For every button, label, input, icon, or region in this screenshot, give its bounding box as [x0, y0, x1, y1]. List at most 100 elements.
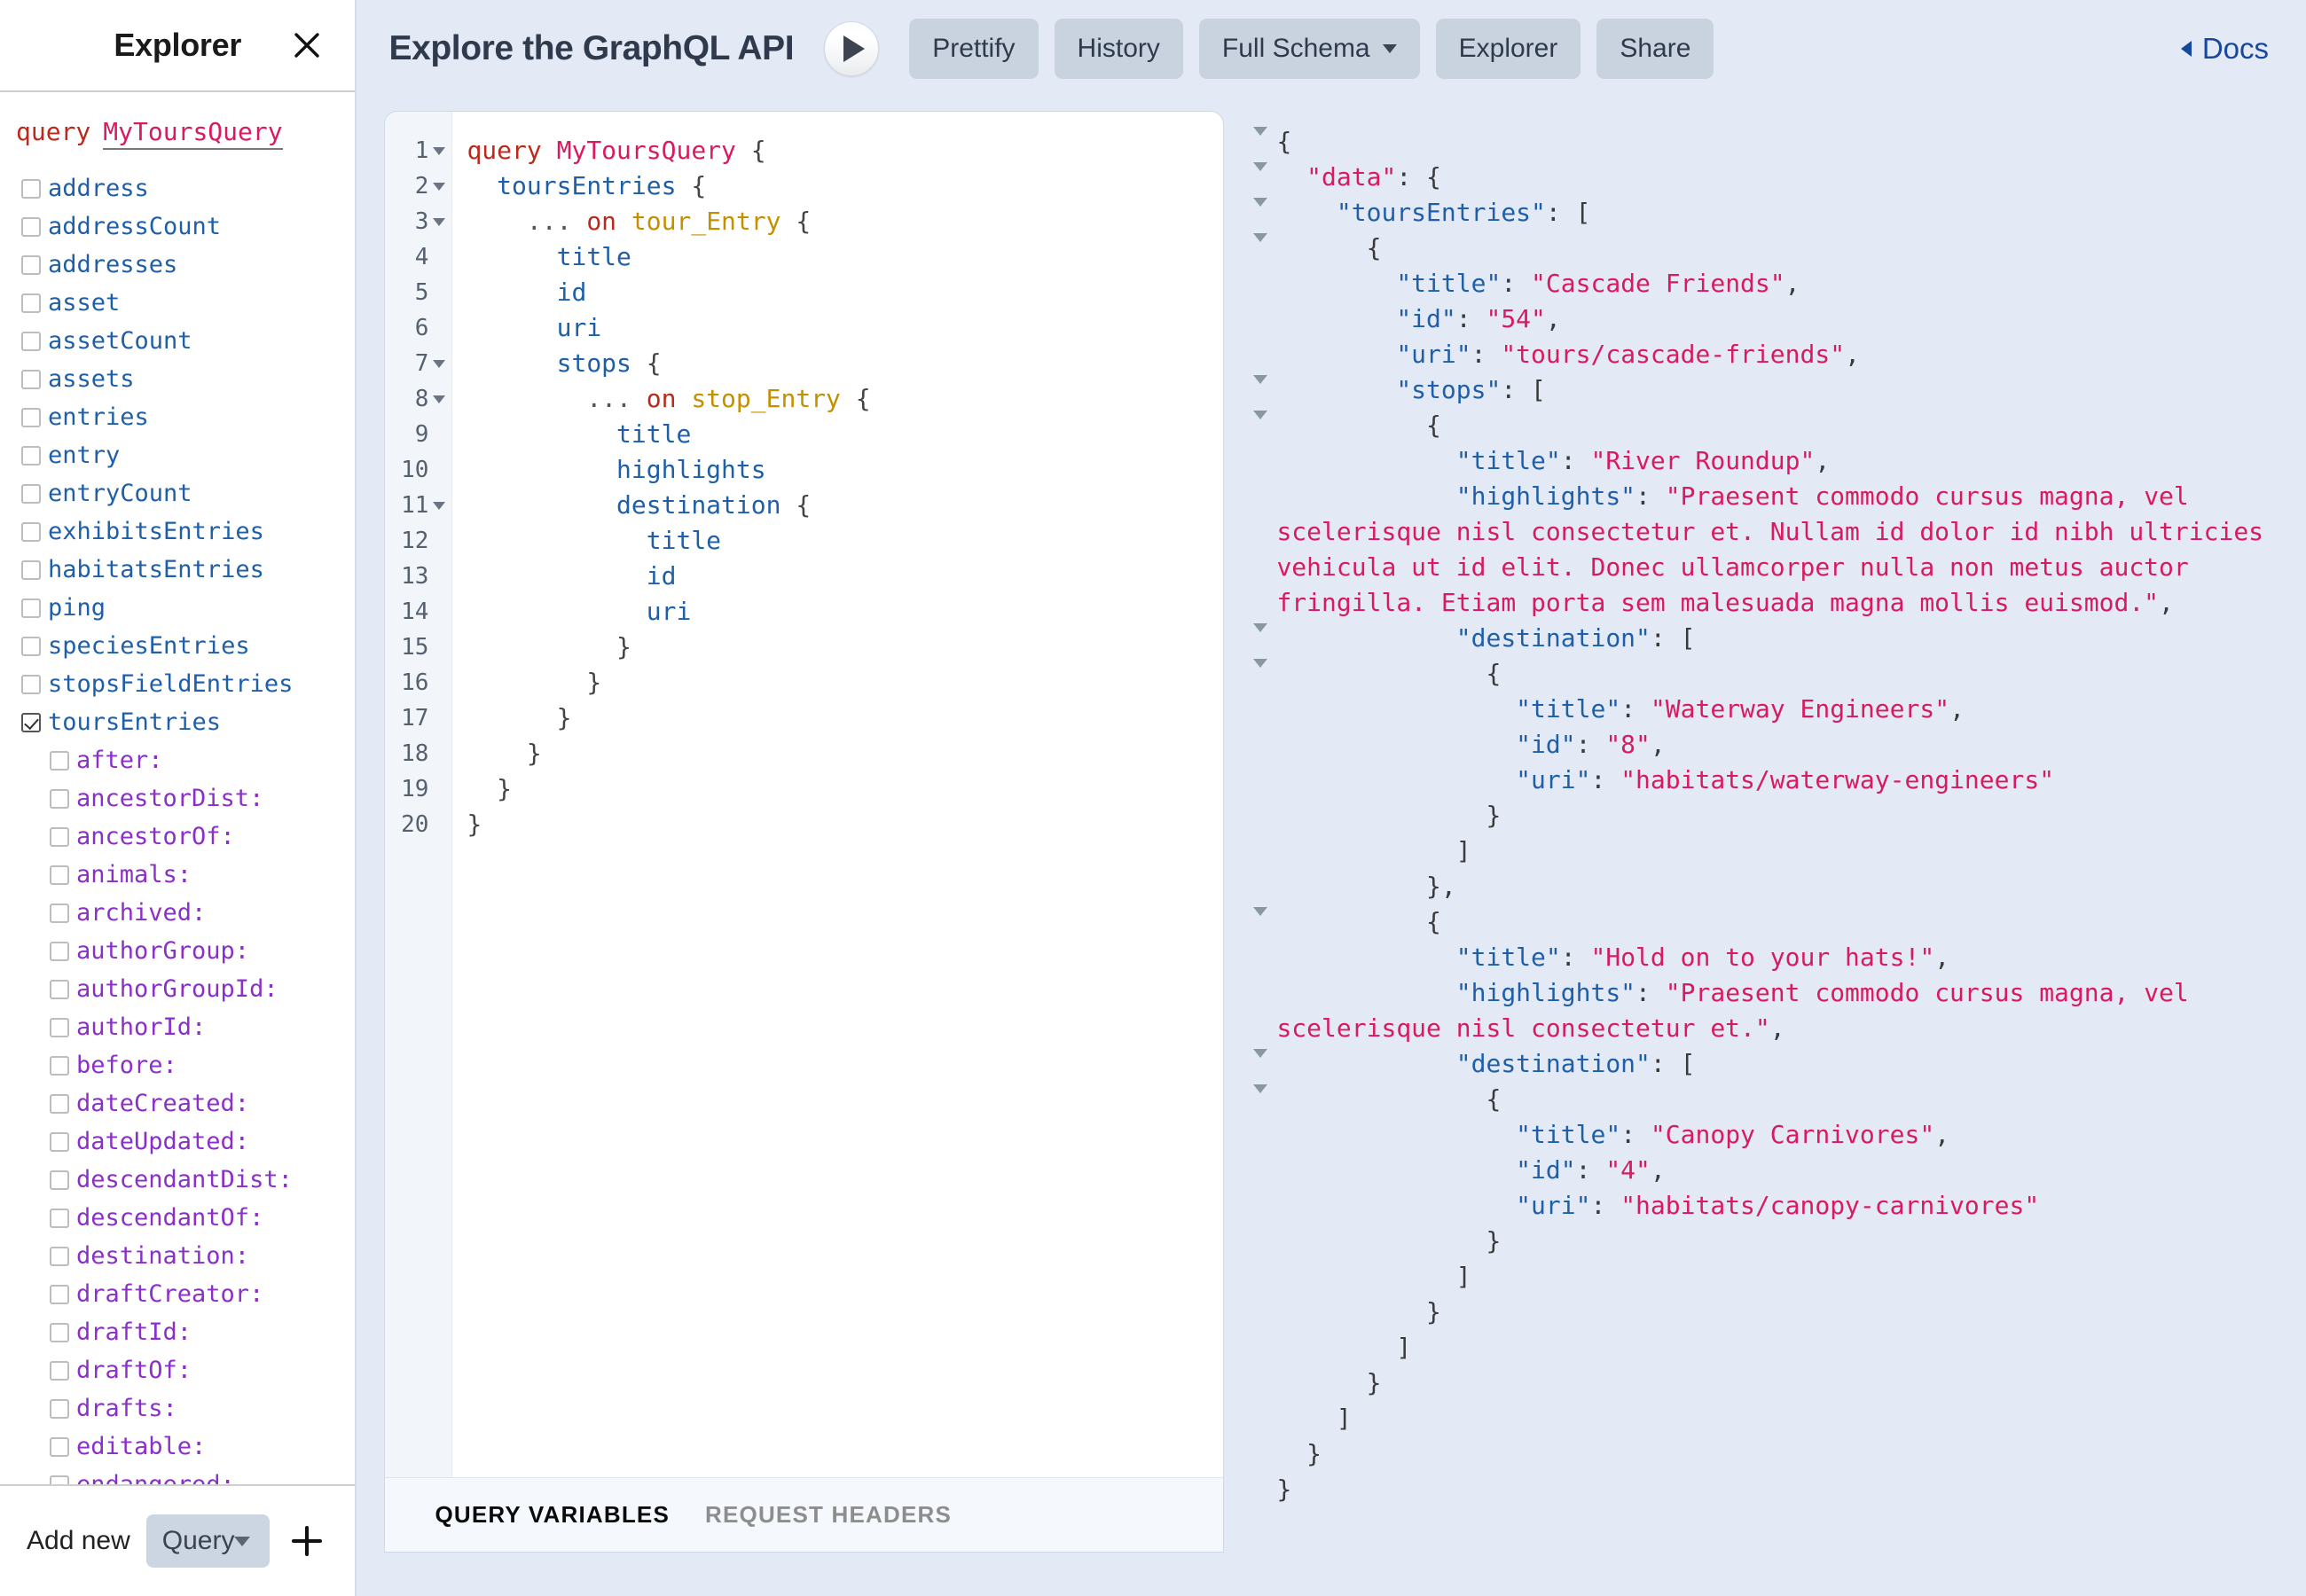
sidebar-arg-row[interactable]: draftOf:: [0, 1351, 355, 1389]
sidebar-arg-checkbox[interactable]: [50, 826, 69, 847]
editor-tab[interactable]: REQUEST HEADERS: [705, 1501, 952, 1529]
sidebar-arg-checkbox[interactable]: [50, 1017, 69, 1037]
explorer-field-tree[interactable]: query MyToursQuery address addressCount ad…: [0, 92, 355, 1484]
query-name-input[interactable]: MyToursQuery: [103, 117, 283, 150]
sidebar-arg-row[interactable]: ancestorOf:: [0, 818, 355, 856]
sidebar-arg-checkbox[interactable]: [50, 1475, 69, 1484]
close-icon[interactable]: [287, 26, 326, 65]
sidebar-field-row[interactable]: assetCount: [0, 322, 355, 360]
sidebar-field-row[interactable]: addressCount: [0, 207, 355, 246]
sidebar-field-row[interactable]: toursEntries: [0, 703, 355, 741]
query-editor-body[interactable]: 1 2 3 4 5 6 7 8 9 10 11 12 13 14 15 16 17 18 19 20 query My…: [385, 112, 1223, 1477]
response-fold-toggle[interactable]: [1253, 656, 1276, 684]
sidebar-arg-checkbox[interactable]: [50, 903, 69, 923]
sidebar-field-checkbox[interactable]: [21, 636, 41, 656]
fold-toggle-icon[interactable]: [433, 217, 446, 226]
editor-tab[interactable]: QUERY VARIABLES: [435, 1501, 670, 1529]
sidebar-field-row[interactable]: speciesEntries: [0, 627, 355, 665]
sidebar-arg-checkbox[interactable]: [50, 1208, 69, 1228]
sidebar-field-row[interactable]: exhibitsEntries: [0, 512, 355, 551]
sidebar-field-checkbox[interactable]: [21, 216, 41, 237]
fold-toggle-icon[interactable]: [433, 395, 446, 403]
sidebar-field-checkbox[interactable]: [21, 407, 41, 427]
sidebar-arg-row[interactable]: descendantDist:: [0, 1161, 355, 1199]
sidebar-arg-checkbox[interactable]: [50, 788, 69, 809]
sidebar-arg-checkbox[interactable]: [50, 1322, 69, 1342]
response-fold-toggle[interactable]: [1253, 124, 1276, 152]
sidebar-arg-row[interactable]: drafts:: [0, 1389, 355, 1428]
sidebar-arg-row[interactable]: draftCreator:: [0, 1275, 355, 1313]
fold-toggle-icon[interactable]: [433, 359, 446, 368]
sidebar-field-row[interactable]: entries: [0, 398, 355, 436]
sidebar-arg-checkbox[interactable]: [50, 1284, 69, 1304]
sidebar-field-checkbox[interactable]: [21, 598, 41, 618]
sidebar-arg-checkbox[interactable]: [50, 1436, 69, 1457]
sidebar-field-row[interactable]: ping: [0, 589, 355, 627]
sidebar-field-checkbox[interactable]: [21, 445, 41, 466]
sidebar-arg-checkbox[interactable]: [50, 979, 69, 999]
sidebar-arg-row[interactable]: authorId:: [0, 1008, 355, 1046]
plus-icon[interactable]: [286, 1520, 328, 1562]
query-editor-code[interactable]: query MyToursQuery { toursEntries { ... …: [452, 112, 1223, 1477]
sidebar-arg-checkbox[interactable]: [50, 1246, 69, 1266]
sidebar-field-checkbox[interactable]: [21, 483, 41, 504]
sidebar-field-row[interactable]: address: [0, 169, 355, 207]
sidebar-arg-checkbox[interactable]: [50, 1055, 69, 1076]
sidebar-arg-row[interactable]: endangered:: [0, 1466, 355, 1484]
response-fold-toggle[interactable]: [1253, 231, 1276, 258]
sidebar-arg-row[interactable]: destination:: [0, 1237, 355, 1275]
response-fold-toggle[interactable]: [1253, 195, 1276, 223]
response-fold-toggle[interactable]: [1253, 904, 1276, 932]
response-fold-toggle[interactable]: [1253, 372, 1276, 400]
sidebar-field-checkbox[interactable]: [21, 559, 41, 580]
sidebar-field-row[interactable]: asset: [0, 284, 355, 322]
sidebar-arg-row[interactable]: draftId:: [0, 1313, 355, 1351]
prettify-button[interactable]: Prettify: [909, 19, 1039, 79]
sidebar-arg-checkbox[interactable]: [50, 750, 69, 771]
sidebar-field-checkbox[interactable]: [21, 674, 41, 694]
fold-toggle-icon[interactable]: [433, 146, 446, 155]
editor-line-gutter[interactable]: 1 2 3 4 5 6 7 8 9 10 11 12 13 14 15 16 17 18 19 20: [385, 112, 453, 1477]
sidebar-arg-row[interactable]: authorGroupId:: [0, 970, 355, 1008]
response-fold-toggle[interactable]: [1253, 408, 1276, 435]
sidebar-arg-row[interactable]: archived:: [0, 894, 355, 932]
explorer-toggle-button[interactable]: Explorer: [1435, 19, 1581, 79]
sidebar-arg-row[interactable]: before:: [0, 1046, 355, 1084]
sidebar-field-row[interactable]: assets: [0, 360, 355, 398]
sidebar-arg-checkbox[interactable]: [50, 1170, 69, 1190]
sidebar-arg-row[interactable]: authorGroup:: [0, 932, 355, 970]
sidebar-arg-row[interactable]: ancestorDist:: [0, 779, 355, 818]
sidebar-arg-checkbox[interactable]: [50, 1398, 69, 1419]
sidebar-arg-checkbox[interactable]: [50, 864, 69, 885]
sidebar-arg-row[interactable]: editable:: [0, 1428, 355, 1466]
history-button[interactable]: History: [1054, 19, 1183, 79]
sidebar-field-checkbox[interactable]: [21, 712, 41, 732]
sidebar-arg-row[interactable]: dateUpdated:: [0, 1123, 355, 1161]
response-pane[interactable]: { "data": { "toursEntries": [ { "title":…: [1243, 112, 2306, 1596]
sidebar-field-checkbox[interactable]: [21, 178, 41, 199]
sidebar-arg-checkbox[interactable]: [50, 941, 69, 961]
full-schema-dropdown[interactable]: Full Schema: [1198, 19, 1420, 79]
sidebar-field-checkbox[interactable]: [21, 521, 41, 542]
sidebar-field-checkbox[interactable]: [21, 331, 41, 351]
response-fold-toggle[interactable]: [1253, 1046, 1276, 1074]
response-fold-toggle[interactable]: [1253, 160, 1276, 187]
response-fold-toggle[interactable]: [1253, 621, 1276, 648]
sidebar-arg-row[interactable]: dateCreated:: [0, 1084, 355, 1123]
sidebar-field-checkbox[interactable]: [21, 254, 41, 275]
add-new-operation-select[interactable]: Query: [145, 1514, 271, 1568]
sidebar-arg-row[interactable]: after:: [0, 741, 355, 779]
sidebar-field-row[interactable]: entryCount: [0, 474, 355, 512]
sidebar-field-checkbox[interactable]: [21, 369, 41, 389]
sidebar-arg-checkbox[interactable]: [50, 1360, 69, 1381]
sidebar-arg-checkbox[interactable]: [50, 1131, 69, 1152]
share-button[interactable]: Share: [1596, 19, 1714, 79]
sidebar-arg-checkbox[interactable]: [50, 1093, 69, 1114]
sidebar-field-row[interactable]: habitatsEntries: [0, 551, 355, 589]
execute-query-button[interactable]: [824, 21, 880, 76]
fold-toggle-icon[interactable]: [433, 182, 446, 191]
sidebar-arg-row[interactable]: descendantOf:: [0, 1199, 355, 1237]
docs-link[interactable]: Docs: [2180, 32, 2269, 66]
sidebar-field-row[interactable]: entry: [0, 436, 355, 474]
fold-toggle-icon[interactable]: [433, 501, 446, 510]
